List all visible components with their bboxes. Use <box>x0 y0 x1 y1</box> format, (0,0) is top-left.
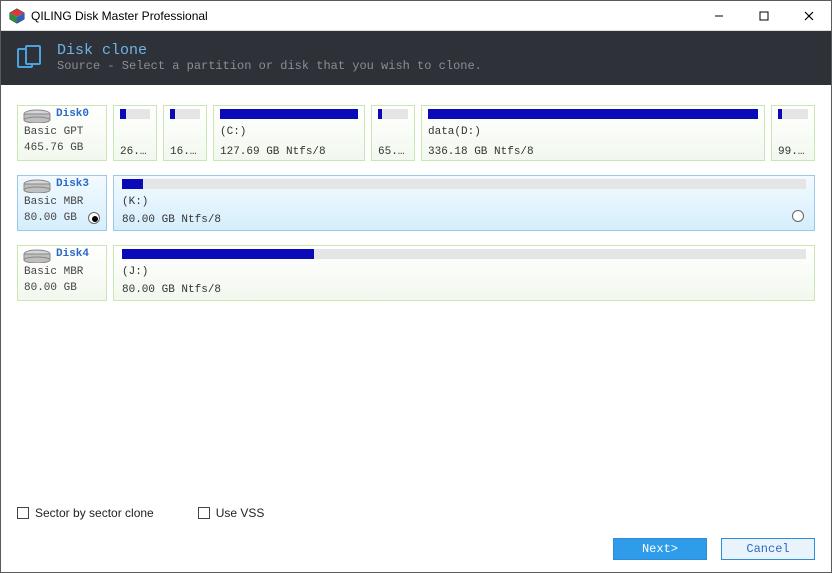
next-button[interactable]: Next> <box>613 538 707 560</box>
partition[interactable]: 65... <box>371 105 415 161</box>
partition-info: 16... <box>170 146 200 158</box>
disk-card-disk3[interactable]: Disk3 Basic MBR 80.00 GB <box>17 175 107 231</box>
button-bar: Next> Cancel <box>1 530 831 572</box>
sector-by-sector-checkbox[interactable]: Sector by sector clone <box>17 506 154 520</box>
hdd-icon <box>22 109 52 123</box>
disk-type: Basic MBR <box>24 266 83 278</box>
cancel-button[interactable]: Cancel <box>721 538 815 560</box>
partition-info: 65... <box>378 146 408 158</box>
page-header: Disk clone Source - Select a partition o… <box>1 31 831 85</box>
partition-info: 99... <box>778 146 808 158</box>
partition-label: data(D:) <box>428 126 758 138</box>
disk-name: Disk4 <box>56 248 89 260</box>
partition[interactable]: 16... <box>163 105 207 161</box>
checkbox-icon <box>17 507 29 519</box>
window-title: QILING Disk Master Professional <box>31 9 696 23</box>
partition-label: (J:) <box>122 266 806 278</box>
partition-info: 127.69 GB Ntfs/8 <box>220 146 358 158</box>
maximize-button[interactable] <box>741 1 786 30</box>
hdd-icon <box>22 249 52 263</box>
checkbox-icon <box>198 507 210 519</box>
partition-info: 80.00 GB Ntfs/8 <box>122 214 806 226</box>
partition-info: 80.00 GB Ntfs/8 <box>122 284 806 296</box>
disk-type: Basic GPT <box>24 126 83 138</box>
partition-info: 26... <box>120 146 150 158</box>
disk-size: 80.00 GB <box>24 282 77 294</box>
disk-radio-selected[interactable] <box>88 212 100 224</box>
disk-list: Disk0 Basic GPT 465.76 GB 26... 16... (C <box>1 85 831 500</box>
disk-row-disk4[interactable]: Disk4 Basic MBR 80.00 GB (J:) 80.00 GB N… <box>17 245 815 301</box>
partition-d[interactable]: data(D:) 336.18 GB Ntfs/8 <box>421 105 765 161</box>
partition-k[interactable]: (K:) 80.00 GB Ntfs/8 <box>113 175 815 231</box>
close-button[interactable] <box>786 1 831 30</box>
partition-label: (C:) <box>220 126 358 138</box>
window-buttons <box>696 1 831 30</box>
disk-name: Disk3 <box>56 178 89 190</box>
partition-j[interactable]: (J:) 80.00 GB Ntfs/8 <box>113 245 815 301</box>
titlebar: QILING Disk Master Professional <box>1 1 831 31</box>
page-title: Disk clone <box>57 43 482 60</box>
disk-clone-icon <box>15 44 43 72</box>
clone-options: Sector by sector clone Use VSS <box>1 500 831 530</box>
checkbox-label: Sector by sector clone <box>35 506 154 520</box>
app-window: QILING Disk Master Professional Disk clo… <box>0 0 832 573</box>
partition[interactable]: 99... <box>771 105 815 161</box>
disk-row-disk0[interactable]: Disk0 Basic GPT 465.76 GB 26... 16... (C <box>17 105 815 161</box>
partition-strip: 26... 16... (C:) 127.69 GB Ntfs/8 65... <box>113 105 815 161</box>
app-logo-icon <box>9 8 25 24</box>
disk-row-disk3[interactable]: Disk3 Basic MBR 80.00 GB (K:) 80.00 GB N… <box>17 175 815 231</box>
partition-label: (K:) <box>122 196 806 208</box>
use-vss-checkbox[interactable]: Use VSS <box>198 506 265 520</box>
disk-card-disk0[interactable]: Disk0 Basic GPT 465.76 GB <box>17 105 107 161</box>
disk-size: 465.76 GB <box>24 142 83 154</box>
minimize-button[interactable] <box>696 1 741 30</box>
checkbox-label: Use VSS <box>216 506 265 520</box>
disk-type: Basic MBR <box>24 196 83 208</box>
partition[interactable]: 26... <box>113 105 157 161</box>
partition-radio[interactable] <box>792 210 804 222</box>
page-subtitle: Source - Select a partition or disk that… <box>57 59 482 73</box>
partition-c[interactable]: (C:) 127.69 GB Ntfs/8 <box>213 105 365 161</box>
hdd-icon <box>22 179 52 193</box>
disk-size: 80.00 GB <box>24 212 77 224</box>
disk-card-disk4[interactable]: Disk4 Basic MBR 80.00 GB <box>17 245 107 301</box>
partition-info: 336.18 GB Ntfs/8 <box>428 146 758 158</box>
disk-name: Disk0 <box>56 108 89 120</box>
